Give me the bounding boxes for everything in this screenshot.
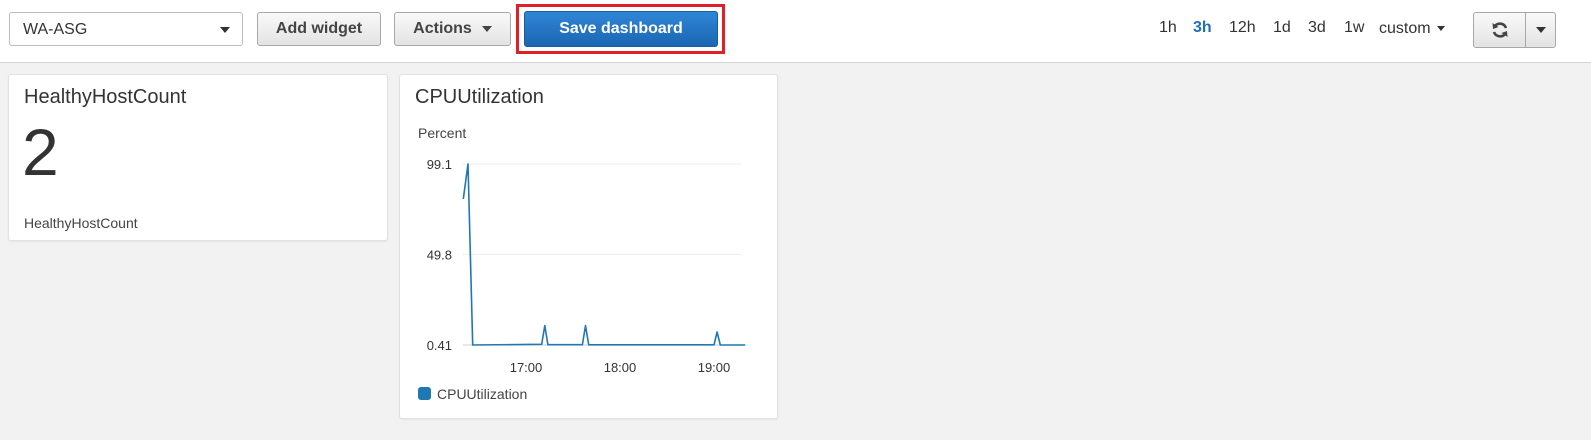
healthy-host-count-widget[interactable]: HealthyHostCount 2 HealthyHostCount <box>8 74 388 241</box>
chevron-down-icon <box>1536 27 1546 33</box>
y-tick-label: 0.41 <box>427 338 452 353</box>
legend-label: CPUUtilization <box>437 386 528 402</box>
refresh-icon <box>1492 22 1507 38</box>
chevron-down-icon <box>481 26 492 32</box>
x-tick-label: 19:00 <box>698 360 731 375</box>
dashboard-select[interactable]: WA-ASG <box>9 12 243 46</box>
legend-swatch <box>418 387 431 400</box>
range-1w[interactable]: 1w <box>1344 19 1364 37</box>
y-tick-label: 49.8 <box>427 247 452 262</box>
widget-title: HealthyHostCount <box>24 86 187 108</box>
range-12h[interactable]: 12h <box>1229 19 1256 37</box>
custom-label: custom <box>1379 20 1431 37</box>
range-3d[interactable]: 3d <box>1308 19 1326 37</box>
metric-label: HealthyHostCount <box>24 215 138 231</box>
refresh-dropdown-button[interactable] <box>1526 13 1555 47</box>
chevron-down-icon <box>1436 26 1445 32</box>
x-tick-label: 17:00 <box>510 360 543 375</box>
save-dashboard-label: Save dashboard <box>559 20 683 37</box>
add-widget-button[interactable]: Add widget <box>257 12 381 46</box>
y-tick-label: 99.1 <box>427 157 452 172</box>
refresh-button[interactable] <box>1474 13 1525 47</box>
metric-value: 2 <box>22 115 59 189</box>
x-tick-label: 18:00 <box>604 360 637 375</box>
range-1h[interactable]: 1h <box>1159 19 1177 37</box>
refresh-button-group <box>1473 12 1556 48</box>
range-1d[interactable]: 1d <box>1273 19 1291 37</box>
save-dashboard-button[interactable]: Save dashboard <box>524 11 718 47</box>
cpu-line-chart: 99.1 49.8 0.41 17:00 18:00 19:00 <box>427 157 746 375</box>
actions-button[interactable]: Actions <box>394 12 511 46</box>
range-3h[interactable]: 3h <box>1193 19 1212 37</box>
cpu-utilization-widget[interactable]: CPUUtilization Percent 99.1 49.8 0.41 17:00… <box>399 74 778 419</box>
dashboard-select-value: WA-ASG <box>23 21 88 38</box>
add-widget-label: Add widget <box>275 20 363 37</box>
range-custom[interactable]: custom <box>1379 20 1445 38</box>
dashboard-toolbar: WA-ASG Add widget Actions Save dashboard… <box>0 0 1591 63</box>
chevron-down-icon <box>220 27 230 33</box>
actions-label: Actions <box>413 20 472 37</box>
